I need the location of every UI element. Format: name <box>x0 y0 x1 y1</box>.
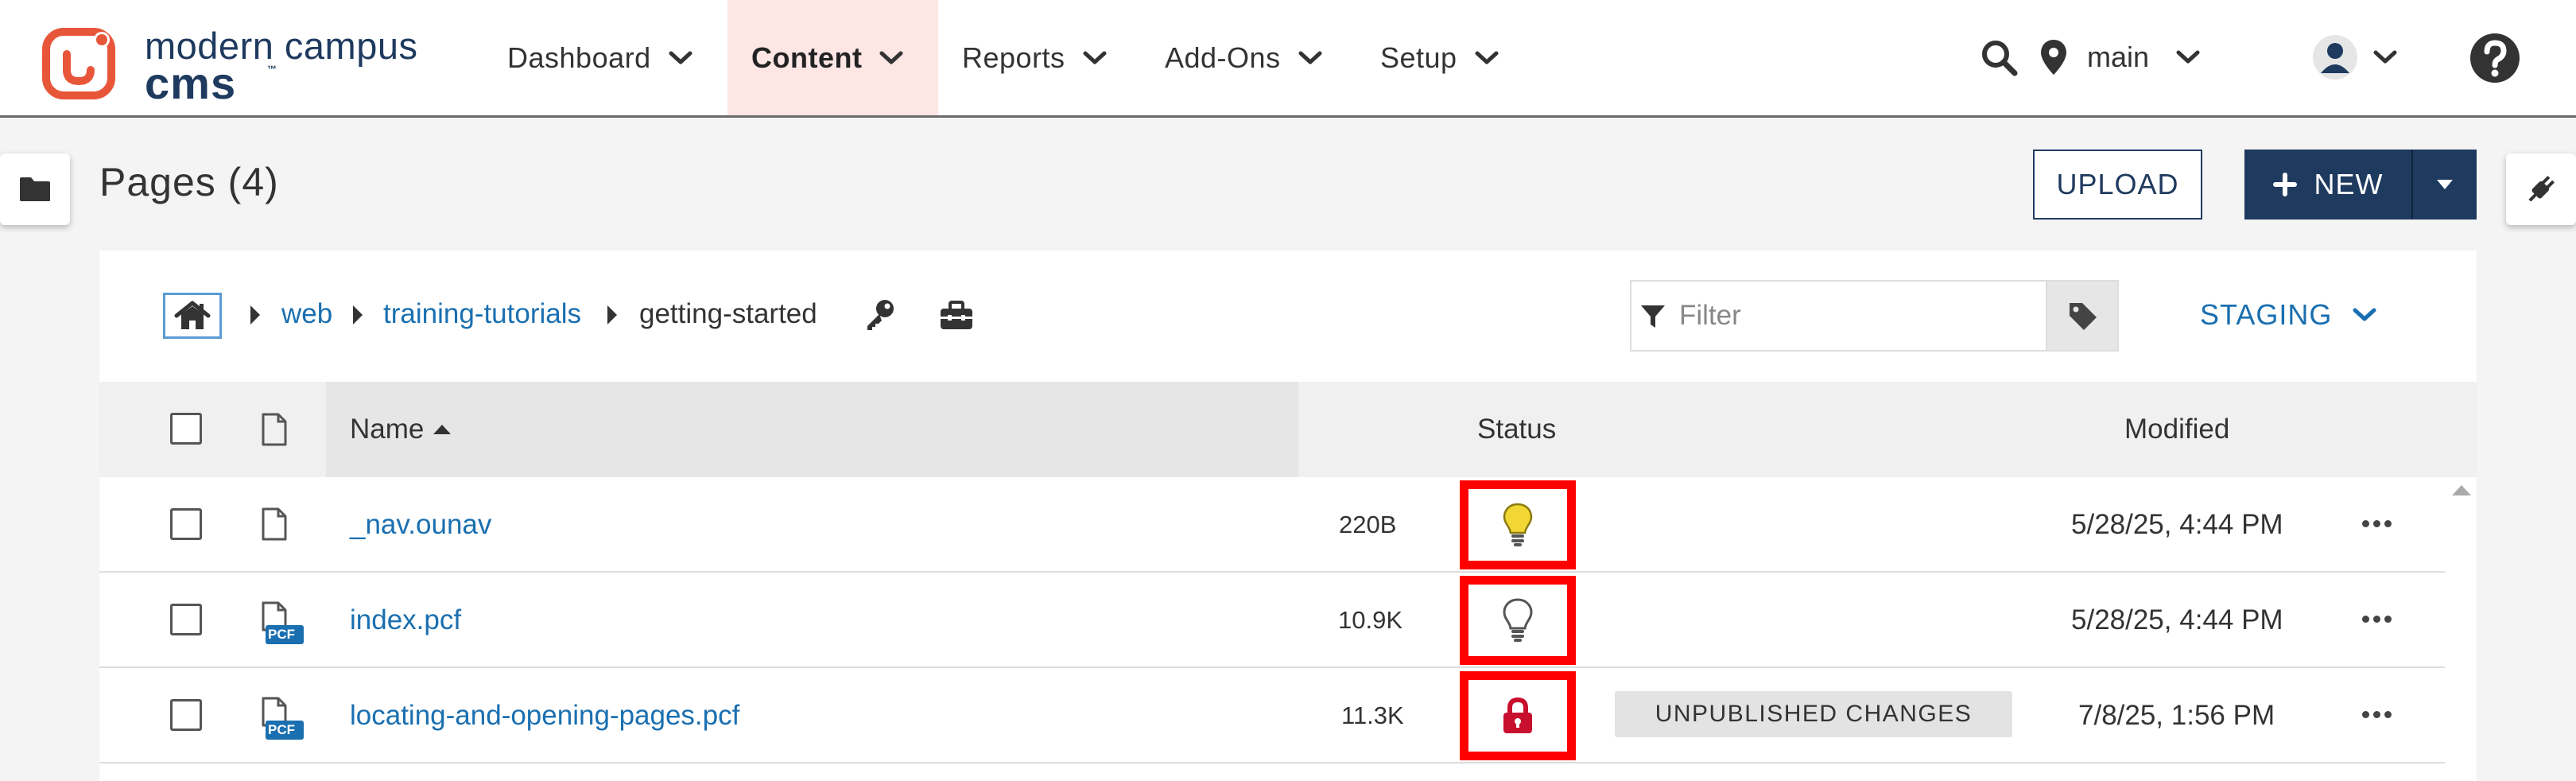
status-cell[interactable] <box>1460 480 1576 569</box>
chevron-down-icon <box>1083 51 1107 64</box>
search-icon[interactable] <box>1980 38 2018 76</box>
user-avatar-icon <box>2313 35 2357 80</box>
gadgets-toggle[interactable] <box>2506 153 2576 225</box>
branch-label: main <box>2087 41 2150 73</box>
new-button-label: NEW <box>2314 168 2384 200</box>
row-checkbox[interactable] <box>170 699 202 731</box>
file-tree-toggle[interactable] <box>0 153 70 225</box>
nav-reports-label: Reports <box>962 41 1065 74</box>
breadcrumb-home-button[interactable] <box>163 293 222 339</box>
filter-box <box>1630 280 2119 352</box>
new-button-group: NEW <box>2244 150 2477 220</box>
status-badge: UNPUBLISHED CHANGES <box>1615 691 2012 737</box>
nav-dashboard[interactable]: Dashboard <box>507 0 692 115</box>
chevron-down-icon <box>2353 308 2376 321</box>
modified-date: 5/28/25, 4:44 PM <box>2071 509 2283 540</box>
new-button[interactable]: NEW <box>2244 150 2411 220</box>
logo-mark-icon <box>42 28 115 99</box>
help-icon[interactable] <box>2469 32 2521 84</box>
file-size: 11.3K <box>1341 701 1404 729</box>
modified-date: 7/8/25, 1:56 PM <box>2078 700 2275 731</box>
filter-icon <box>1641 305 1665 328</box>
chevron-down-icon <box>1298 51 1322 64</box>
nav-dashboard-label: Dashboard <box>507 41 651 74</box>
user-menu[interactable] <box>2311 33 2397 81</box>
nav-add-ons-label: Add-Ons <box>1165 41 1281 74</box>
environment-selector[interactable]: STAGING <box>2200 298 2376 332</box>
plus-icon <box>2272 173 2297 196</box>
home-icon <box>174 301 211 329</box>
nav-setup-label: Setup <box>1380 41 1457 74</box>
file-name-link[interactable]: index.pcf <box>350 604 461 636</box>
row-actions-icon[interactable] <box>2362 711 2392 718</box>
breadcrumb-web[interactable]: web <box>281 298 332 330</box>
breadcrumb-current: getting-started <box>639 298 817 329</box>
status-cell[interactable] <box>1460 671 1576 760</box>
lock-icon <box>1503 697 1532 733</box>
row-actions-icon[interactable] <box>2362 616 2392 623</box>
row-checkbox[interactable] <box>170 508 202 540</box>
caret-right-icon <box>353 305 363 324</box>
upload-button[interactable]: UPLOAD <box>2033 150 2202 220</box>
modified-date: 5/28/25, 4:44 PM <box>2071 604 2283 635</box>
logo-text-cms: cms <box>145 58 237 108</box>
environment-label: STAGING <box>2200 298 2333 331</box>
folder-icon <box>20 177 50 201</box>
chevron-down-icon <box>2176 50 2200 64</box>
row-actions-icon[interactable] <box>2362 520 2392 527</box>
nav-reports[interactable]: Reports <box>962 0 1107 115</box>
page-title: Pages (4) <box>99 160 279 204</box>
modern-campus-cms-logo[interactable]: modern campus cms ™ <box>40 22 445 108</box>
name-column-label[interactable]: Name <box>350 414 424 445</box>
status-cell[interactable] <box>1460 576 1576 665</box>
caret-right-icon <box>607 305 617 324</box>
scroll-up-arrow-icon[interactable] <box>2451 484 2472 496</box>
filter-input[interactable] <box>1679 282 2045 350</box>
top-navigation-bar: modern campus cms ™ Dashboard Content Re… <box>0 0 2576 118</box>
status-column-label[interactable]: Status <box>1477 414 1556 445</box>
modified-column-label[interactable]: Modified <box>2124 414 2229 445</box>
select-all-checkbox[interactable] <box>170 413 202 445</box>
chevron-down-icon <box>879 51 903 64</box>
caret-right-icon <box>250 305 260 324</box>
nav-add-ons[interactable]: Add-Ons <box>1165 0 1322 115</box>
new-dropdown-toggle[interactable] <box>2411 150 2477 220</box>
file-name-link[interactable]: _nav.ounav <box>350 509 491 541</box>
nav-content-label: Content <box>751 41 863 74</box>
nav-content[interactable]: Content <box>727 0 938 115</box>
sort-ascending-icon <box>433 425 451 434</box>
breadcrumb-training-tutorials[interactable]: training-tutorials <box>383 298 581 330</box>
row-checkbox[interactable] <box>170 604 202 635</box>
bulb-off-icon <box>1503 598 1533 642</box>
logo-trademark: ™ <box>267 64 277 75</box>
pcf-badge: PCF <box>268 627 295 642</box>
key-icon[interactable] <box>863 297 898 332</box>
nav-setup[interactable]: Setup <box>1380 0 1499 115</box>
tags-icon <box>2070 303 2097 330</box>
plug-icon <box>2528 176 2555 202</box>
file-name-link[interactable]: locating-and-opening-pages.pcf <box>350 700 739 732</box>
tag-filter-button[interactable] <box>2046 282 2117 350</box>
file-icon <box>262 413 287 446</box>
bulb-on-icon <box>1503 503 1533 546</box>
name-column-header[interactable] <box>326 382 1298 477</box>
chevron-down-icon <box>1475 51 1499 64</box>
toolbox-icon[interactable] <box>938 297 975 332</box>
map-marker-icon <box>2041 40 2066 75</box>
file-size: 10.9K <box>1338 606 1403 634</box>
file-size: 220B <box>1339 511 1397 538</box>
caret-down-icon <box>2437 180 2453 189</box>
file-icon <box>262 507 287 541</box>
branch-selector[interactable]: main <box>2039 33 2200 81</box>
chevron-down-icon <box>669 51 692 64</box>
chevron-down-icon <box>2373 50 2397 64</box>
pcf-badge: PCF <box>268 722 295 737</box>
